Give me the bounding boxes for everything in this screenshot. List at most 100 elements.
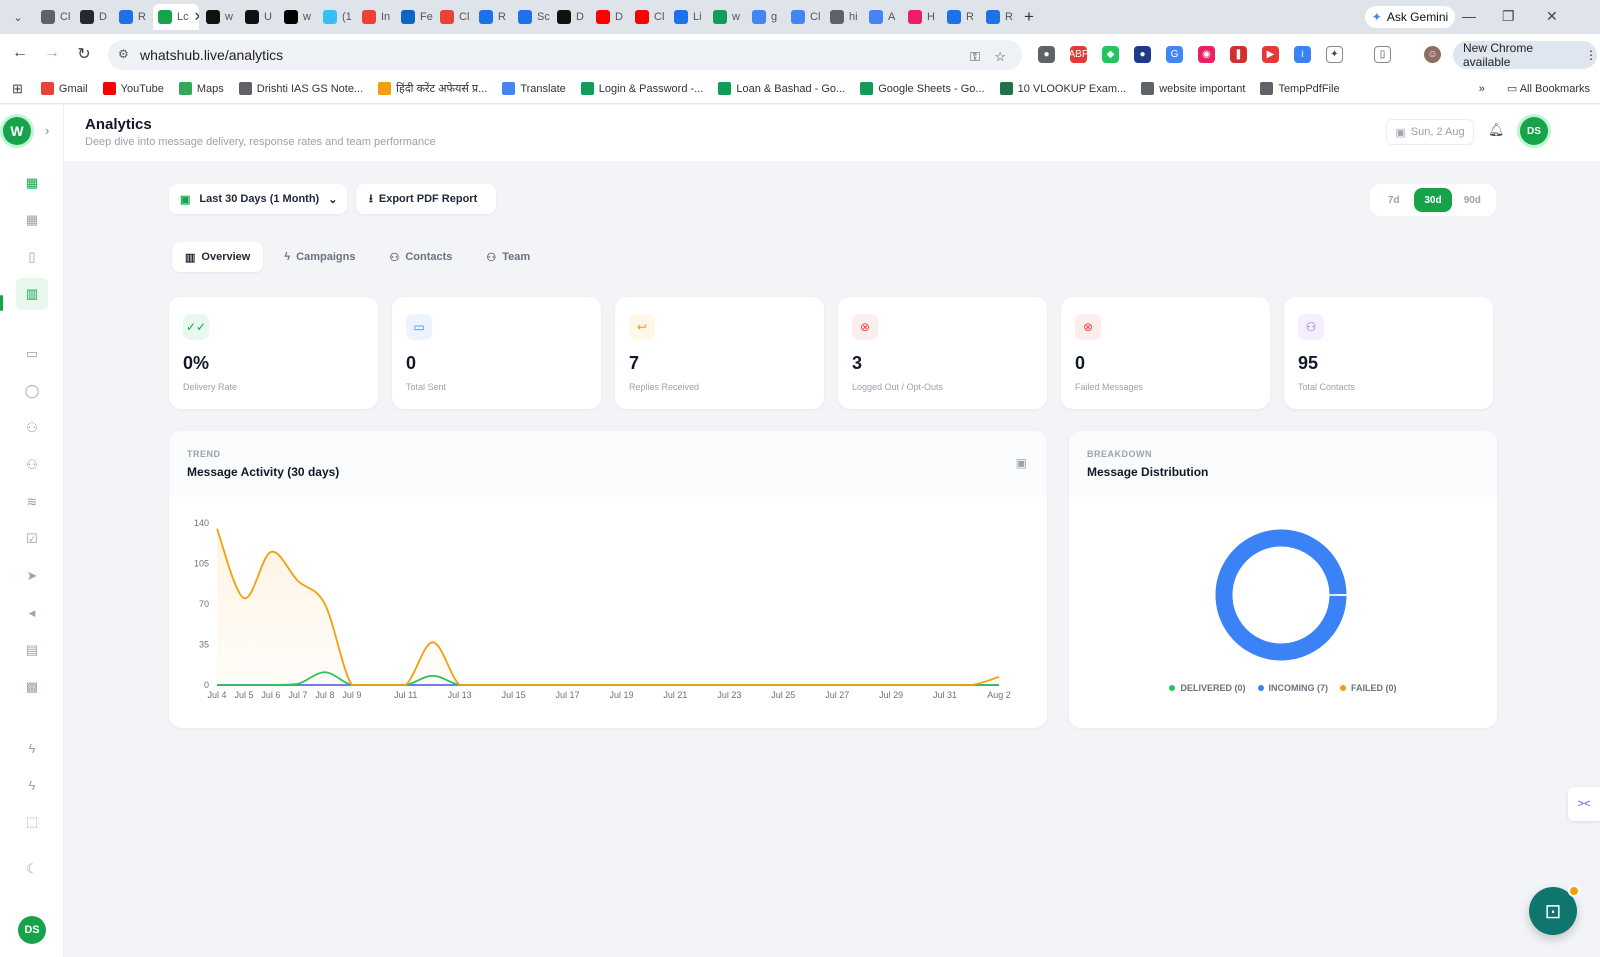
- sidebar-item-dashboard[interactable]: ▦: [20, 171, 44, 195]
- period-30d[interactable]: 30d: [1413, 188, 1452, 212]
- translate-extension-icon[interactable]: G: [1166, 46, 1183, 63]
- extension-blue-icon[interactable]: ●: [1134, 46, 1151, 63]
- all-bookmarks-button[interactable]: ▭ All Bookmarks: [1507, 82, 1590, 95]
- browser-tab[interactable]: A: [864, 4, 901, 30]
- bookmark-item[interactable]: Login & Password -...: [580, 82, 703, 95]
- browser-tab[interactable]: Sc: [513, 4, 550, 30]
- browser-tab[interactable]: (1: [318, 4, 355, 30]
- more-menu-icon[interactable]: ⋮: [1585, 48, 1597, 62]
- extension-pink-icon[interactable]: ◉: [1198, 46, 1215, 63]
- sidebar-item-campaigns[interactable]: ◂: [20, 601, 44, 625]
- browser-tab[interactable]: U: [240, 4, 277, 30]
- period-90d[interactable]: 90d: [1453, 188, 1491, 212]
- apps-grid-icon[interactable]: ⊞: [12, 81, 23, 97]
- extensions-puzzle-icon[interactable]: ✦: [1326, 46, 1343, 63]
- browser-tab[interactable]: R: [981, 4, 1018, 30]
- sidebar-item-contacts[interactable]: ⚇: [20, 416, 44, 440]
- date-display[interactable]: ▣ Sun, 2 Aug: [1386, 119, 1474, 145]
- close-tab-icon[interactable]: ✕: [194, 9, 199, 25]
- side-panel-toggle[interactable]: ><: [1568, 787, 1600, 821]
- sidebar-item-templates[interactable]: ▤: [20, 638, 44, 662]
- extension-wave-icon[interactable]: ≀: [1294, 46, 1311, 63]
- bookmark-item[interactable]: website important: [1141, 82, 1245, 95]
- bookmark-item[interactable]: Loan & Bashad - Go...: [718, 82, 845, 95]
- address-bar[interactable]: ⚙ whatshub.live/analytics ☆ ⚿: [108, 40, 1022, 70]
- browser-tab[interactable]: g: [747, 4, 784, 30]
- sidebar-item-tasks[interactable]: ☑: [20, 527, 44, 551]
- bookmark-item[interactable]: Google Sheets - Go...: [860, 82, 985, 95]
- profile-avatar-icon[interactable]: ☺: [1424, 46, 1441, 63]
- tab-search-dropdown-icon[interactable]: ⌄: [8, 7, 28, 27]
- sidebar-item-layers[interactable]: ≋: [20, 490, 44, 514]
- forward-icon[interactable]: →: [42, 44, 62, 62]
- browser-tab[interactable]: Cl: [36, 4, 73, 30]
- new-tab-button[interactable]: +: [1024, 7, 1034, 27]
- browser-tab[interactable]: Lc ✕: [153, 4, 199, 30]
- bookmark-item[interactable]: Translate: [502, 82, 566, 95]
- extension-red-icon[interactable]: ❚: [1230, 46, 1247, 63]
- reading-list-icon[interactable]: ▯: [1374, 46, 1391, 63]
- bell-icon[interactable]: 🔔︎: [1488, 122, 1505, 138]
- tab-team[interactable]: ⚇ Team: [473, 242, 543, 272]
- sidebar-item-widgets[interactable]: ▦: [20, 208, 44, 232]
- sidebar-item-flows[interactable]: ϟ: [20, 773, 44, 797]
- sidebar-item-analytics[interactable]: ▥: [16, 278, 48, 310]
- theme-toggle[interactable]: ☾: [20, 857, 44, 881]
- adblock-icon[interactable]: ABP: [1069, 46, 1089, 63]
- browser-tab[interactable]: R: [474, 4, 511, 30]
- bookmark-item[interactable]: Maps: [178, 82, 224, 95]
- app-logo[interactable]: W: [3, 117, 31, 145]
- browser-tab[interactable]: Cl: [786, 4, 823, 30]
- bookmarks-overflow-icon[interactable]: »: [1479, 83, 1485, 95]
- bookmark-star-icon[interactable]: ☆: [994, 49, 1006, 65]
- tab-overview[interactable]: ▥ Overview: [172, 242, 264, 272]
- browser-tab[interactable]: Fe: [396, 4, 433, 30]
- ask-gemini-button[interactable]: ✦ Ask Gemini: [1365, 6, 1455, 28]
- sidebar-item-qr[interactable]: ▩: [20, 675, 44, 699]
- back-icon[interactable]: ←: [10, 44, 30, 62]
- browser-tab[interactable]: D: [591, 4, 628, 30]
- password-key-icon[interactable]: ⚿: [970, 49, 980, 65]
- close-window-icon[interactable]: ✕: [1546, 8, 1558, 25]
- date-range-dropdown[interactable]: ▣ Last 30 Days (1 Month) ⌄: [169, 184, 347, 214]
- bookmark-item[interactable]: Drishti IAS GS Note...: [238, 82, 363, 95]
- period-7d[interactable]: 7d: [1375, 188, 1413, 212]
- restore-icon[interactable]: ❐: [1502, 8, 1515, 25]
- sidebar-item-team[interactable]: ⚇: [20, 453, 44, 477]
- sidebar-expand-icon[interactable]: ›: [45, 123, 49, 138]
- sidebar-item-automation[interactable]: ϟ: [20, 736, 44, 760]
- browser-tab[interactable]: H: [903, 4, 940, 30]
- bookmark-item[interactable]: YouTube: [102, 82, 164, 95]
- sidebar-item-chats[interactable]: ▭: [20, 342, 44, 366]
- reload-icon[interactable]: ↻: [74, 44, 94, 64]
- header-user-avatar[interactable]: DS: [1520, 117, 1548, 145]
- sidebar-item-scan[interactable]: ⬚: [20, 810, 44, 834]
- browser-tab[interactable]: D: [552, 4, 589, 30]
- tab-contacts[interactable]: ⚇ Contacts: [376, 242, 465, 272]
- browser-tab[interactable]: w: [279, 4, 316, 30]
- tab-campaigns[interactable]: ϟ Campaigns: [271, 242, 368, 272]
- browser-tab[interactable]: In: [357, 4, 394, 30]
- site-info-icon[interactable]: ⚙: [118, 47, 129, 61]
- minimize-icon[interactable]: —: [1462, 8, 1476, 24]
- sidebar-item-device[interactable]: ▯: [20, 245, 44, 269]
- bookmark-item[interactable]: Gmail: [40, 82, 88, 95]
- browser-tab[interactable]: w: [708, 4, 745, 30]
- browser-tab[interactable]: hi: [825, 4, 862, 30]
- bookmark-item[interactable]: हिंदी करेंट अफेयर्स प्र...: [378, 81, 487, 96]
- browser-tab[interactable]: R: [942, 4, 979, 30]
- shield-extension-icon[interactable]: ◆: [1102, 46, 1119, 63]
- export-pdf-button[interactable]: ⭳ Export PDF Report: [356, 184, 496, 214]
- browser-tab[interactable]: R: [114, 4, 151, 30]
- sidebar-user-avatar[interactable]: DS: [18, 916, 46, 944]
- bookmark-item[interactable]: TempPdfFile: [1260, 82, 1340, 95]
- extension-play-icon[interactable]: ▶: [1262, 46, 1279, 63]
- browser-tab[interactable]: D: [75, 4, 112, 30]
- browser-tab[interactable]: Cl: [630, 4, 667, 30]
- sidebar-item-inbox[interactable]: ◯: [20, 379, 44, 403]
- browser-tab[interactable]: Li: [669, 4, 706, 30]
- sidebar-item-send[interactable]: ➤: [20, 564, 44, 588]
- bookmark-item[interactable]: 10 VLOOKUP Exam...: [999, 82, 1126, 95]
- browser-tab[interactable]: w: [201, 4, 238, 30]
- chrome-update-button[interactable]: New Chrome available ⋮: [1453, 41, 1597, 69]
